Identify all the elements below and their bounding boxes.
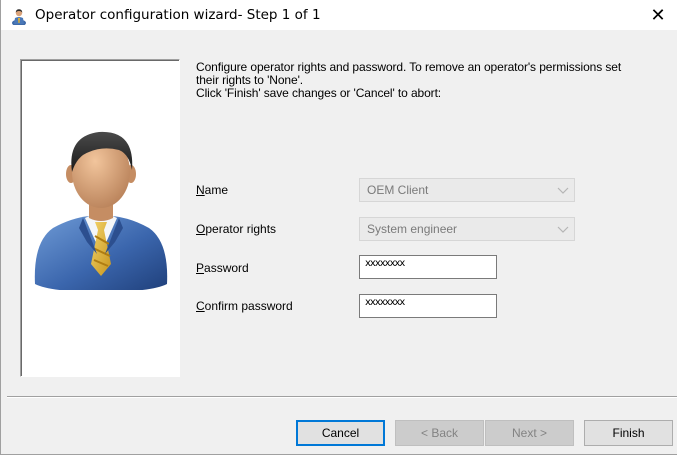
confirm-password-field[interactable]: xxxxxxxx	[359, 294, 497, 318]
footer-separator	[7, 396, 677, 398]
wizard-dialog: Operator configuration wizard- Step 1 of…	[0, 0, 677, 455]
businessman-avatar-icon	[34, 131, 168, 290]
title-bar[interactable]: Operator configuration wizard- Step 1 of…	[1, 0, 677, 30]
instructions-line-3: Click 'Finish' save changes or 'Cancel' …	[196, 86, 442, 100]
back-button[interactable]: < Back	[395, 420, 484, 446]
confirm-password-label: Confirm password	[196, 299, 293, 313]
finish-button[interactable]: Finish	[584, 420, 673, 446]
password-value: xxxxxxxx	[365, 258, 405, 269]
operator-rights-label: Operator rights	[196, 222, 277, 236]
next-button[interactable]: Next >	[485, 420, 574, 446]
window-title: Operator configuration wizard- Step 1 of…	[35, 7, 321, 23]
name-label: Name	[196, 183, 229, 197]
confirm-password-value: xxxxxxxx	[365, 297, 405, 308]
operator-rights-combobox[interactable]: System engineer	[359, 217, 575, 241]
operator-avatar-icon	[12, 9, 26, 25]
instructions: Configure operator rights and password. …	[196, 61, 666, 100]
password-field[interactable]: xxxxxxxx	[359, 255, 497, 279]
chevron-down-icon	[557, 226, 569, 233]
close-icon: ✕	[650, 4, 666, 26]
operator-rights-value: System engineer	[367, 222, 458, 236]
password-label: Password	[196, 261, 249, 275]
cancel-button[interactable]: Cancel	[296, 420, 385, 446]
name-value: OEM Client	[367, 183, 429, 197]
chevron-down-icon	[557, 187, 569, 194]
wizard-picture-panel	[20, 59, 180, 377]
close-button[interactable]: ✕	[638, 0, 677, 30]
name-combobox[interactable]: OEM Client	[359, 178, 575, 202]
